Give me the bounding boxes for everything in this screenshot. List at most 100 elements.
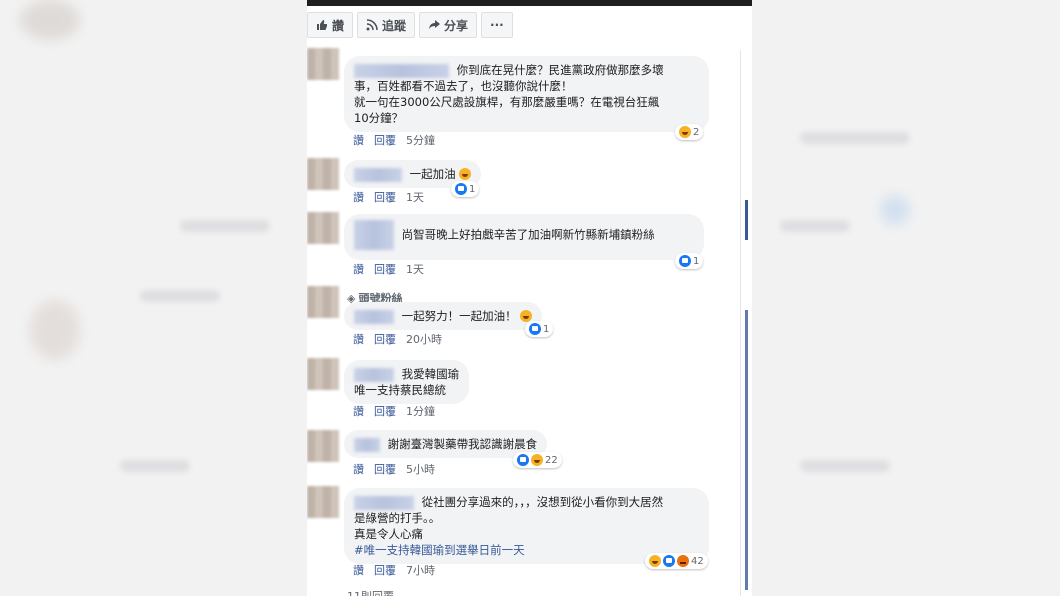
comment-bubble: 尚智哥晚上好拍戲辛苦了加油啊新竹縣新埔鎮粉絲 bbox=[344, 214, 704, 260]
share-button[interactable]: 分享 bbox=[419, 12, 478, 38]
comment-meta: 讚 回覆 20小時 bbox=[353, 331, 442, 347]
comment-like-link[interactable]: 讚 bbox=[353, 331, 364, 347]
comment-reply-link[interactable]: 回覆 bbox=[374, 562, 396, 578]
post-action-bar: 讚 追蹤 分享 ··· bbox=[307, 12, 513, 38]
commenter-name[interactable] bbox=[354, 437, 380, 452]
scrollbar-track[interactable] bbox=[745, 200, 748, 240]
comment-text: 就一句在3000公尺處設旗桿，有那麼嚴重嗎？在電視台狂飆 bbox=[354, 95, 660, 109]
avatar[interactable] bbox=[307, 430, 339, 462]
commenter-name[interactable] bbox=[354, 309, 394, 324]
comment-time[interactable]: 1分鐘 bbox=[406, 403, 435, 419]
commenter-name[interactable] bbox=[354, 167, 402, 182]
background-blur bbox=[180, 220, 270, 232]
view-more-replies-link[interactable]: 11則回覆 bbox=[347, 588, 394, 596]
comment-time[interactable]: 20小時 bbox=[406, 331, 442, 347]
like-reaction-icon bbox=[679, 255, 691, 267]
background-blur bbox=[30, 300, 80, 360]
reaction-summary[interactable]: 1 bbox=[451, 181, 480, 197]
more-label: ··· bbox=[490, 18, 504, 32]
angry-reaction-icon bbox=[677, 555, 689, 567]
comment-text: 尚智哥晚上好拍戲辛苦了加油啊新竹縣新埔鎮粉絲 bbox=[401, 227, 655, 242]
avatar[interactable] bbox=[307, 158, 339, 190]
comment-meta: 讚 回覆 5分鐘 bbox=[353, 132, 435, 148]
reaction-summary[interactable]: 2 bbox=[675, 124, 704, 140]
comment-like-link[interactable]: 讚 bbox=[353, 261, 364, 277]
follow-button[interactable]: 追蹤 bbox=[357, 12, 416, 38]
comment-bubble: 你到底在晃什麼？民進黨政府做那麼多壞 事，百姓都看不過去了，也沒聽你說什麼！ 就… bbox=[344, 56, 709, 132]
video-bottom-edge bbox=[307, 0, 752, 6]
background-blur bbox=[880, 195, 910, 225]
comment-bubble: 我愛韓國瑜 唯一支持蔡民總統 bbox=[344, 360, 470, 404]
comment-time[interactable]: 1天 bbox=[406, 189, 424, 205]
comment-reply-link[interactable]: 回覆 bbox=[374, 403, 396, 419]
background-blur bbox=[120, 460, 190, 472]
reaction-summary[interactable]: 1 bbox=[675, 253, 704, 269]
background-blur bbox=[800, 460, 890, 472]
reaction-summary[interactable]: 22 bbox=[513, 452, 562, 468]
comment-like-link[interactable]: 讚 bbox=[353, 461, 364, 477]
comment-reply-link[interactable]: 回覆 bbox=[374, 132, 396, 148]
haha-reaction-icon bbox=[531, 454, 543, 466]
scrollbar-track[interactable] bbox=[745, 310, 748, 590]
reaction-summary[interactable]: 42 bbox=[645, 553, 708, 569]
comment-reply-link[interactable]: 回覆 bbox=[374, 461, 396, 477]
commenter-name[interactable] bbox=[354, 367, 394, 382]
haha-reaction-icon bbox=[649, 555, 661, 567]
comment-time[interactable]: 1天 bbox=[406, 261, 424, 277]
background-blur bbox=[800, 132, 910, 144]
comment-text: 謝謝臺灣製藥帶我認識謝晨食 bbox=[387, 437, 538, 451]
reaction-count: 1 bbox=[469, 183, 476, 195]
comment-text: 是綠營的打手。。 bbox=[354, 511, 441, 525]
comment-text: 真是令人心痛 bbox=[354, 527, 423, 541]
avatar[interactable] bbox=[307, 48, 339, 80]
reaction-summary[interactable]: 1 bbox=[525, 321, 554, 337]
share-arrow-icon bbox=[429, 20, 441, 30]
commenter-name[interactable] bbox=[354, 495, 414, 510]
comment-text: 你到底在晃什麼？民進黨政府做那麼多壞 bbox=[456, 63, 664, 77]
like-reaction-icon bbox=[517, 454, 529, 466]
reaction-count: 1 bbox=[543, 323, 550, 335]
thumbs-up-icon bbox=[317, 20, 327, 30]
comment-time[interactable]: 5小時 bbox=[406, 461, 435, 477]
comment-reply-link[interactable]: 回覆 bbox=[374, 261, 396, 277]
comment-meta: 讚 回覆 5小時 bbox=[353, 461, 435, 477]
commenter-name[interactable] bbox=[354, 220, 394, 250]
smile-emoji-icon bbox=[459, 168, 472, 180]
hashtag-link[interactable]: #唯一支持韓國瑜到選舉日前一天 bbox=[354, 543, 525, 557]
comment-text: 事，百姓都看不過去了，也沒聽你說什麼！ bbox=[354, 79, 573, 93]
reaction-count: 1 bbox=[693, 255, 700, 267]
background-blur bbox=[140, 290, 220, 302]
follow-label: 追蹤 bbox=[382, 18, 407, 33]
comment-time[interactable]: 7小時 bbox=[406, 562, 435, 578]
avatar[interactable] bbox=[307, 358, 339, 390]
more-options-button[interactable]: ··· bbox=[481, 12, 513, 38]
comment-time[interactable]: 5分鐘 bbox=[406, 132, 435, 148]
comment-meta: 讚 回覆 1分鐘 bbox=[353, 403, 435, 419]
comment-reply-link[interactable]: 回覆 bbox=[374, 189, 396, 205]
avatar[interactable] bbox=[307, 486, 339, 518]
background-blur bbox=[780, 220, 850, 232]
comment-text: 10分鐘？ bbox=[354, 111, 404, 125]
reaction-count: 2 bbox=[693, 126, 700, 138]
comment-bubble: 一起努力！一起加油！ bbox=[344, 302, 543, 330]
comment-like-link[interactable]: 讚 bbox=[353, 132, 364, 148]
reaction-count: 42 bbox=[691, 555, 704, 567]
comment-meta: 讚 回覆 1天 bbox=[353, 189, 424, 205]
rss-icon bbox=[366, 19, 378, 31]
commenter-name[interactable] bbox=[354, 63, 449, 78]
comment-reply-link[interactable]: 回覆 bbox=[374, 331, 396, 347]
comment-panel: 讚 追蹤 分享 ··· 你到底在晃什麼？民進黨政府做那麼多壞 事，百姓都看不過去… bbox=[307, 0, 752, 596]
comment-like-link[interactable]: 讚 bbox=[353, 189, 364, 205]
panel-divider bbox=[740, 50, 741, 596]
like-reaction-icon bbox=[455, 183, 467, 195]
comment-text: 唯一支持蔡民總統 bbox=[354, 383, 446, 397]
share-label: 分享 bbox=[444, 18, 469, 33]
like-reaction-icon bbox=[529, 323, 541, 335]
comment-like-link[interactable]: 讚 bbox=[353, 403, 364, 419]
like-button[interactable]: 讚 bbox=[307, 12, 354, 38]
like-reaction-icon bbox=[663, 555, 675, 567]
avatar[interactable] bbox=[307, 286, 339, 318]
avatar[interactable] bbox=[307, 212, 339, 244]
background-blur bbox=[20, 0, 80, 40]
comment-like-link[interactable]: 讚 bbox=[353, 562, 364, 578]
